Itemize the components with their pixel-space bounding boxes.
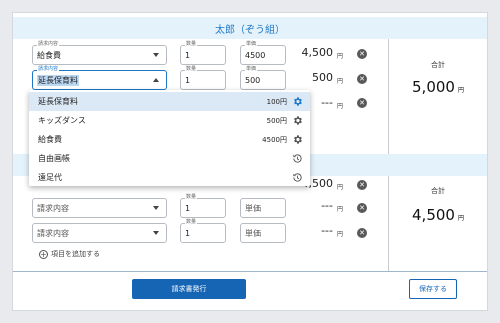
section-title: 太郎（ぞう組） bbox=[215, 24, 285, 36]
s2-row3-yen: 円 bbox=[337, 231, 344, 238]
remove-row1-close-icon[interactable]: ✕ bbox=[357, 49, 367, 59]
dropdown-option[interactable]: 自由画帳 bbox=[29, 149, 310, 168]
qty-field-s2-row2[interactable]: 数量 1 bbox=[180, 194, 226, 218]
footer-divider bbox=[13, 271, 487, 272]
content-select-row2[interactable]: 請求内容 延長保育料 bbox=[32, 66, 167, 90]
chevron-up-icon bbox=[153, 78, 159, 82]
dropdown-option[interactable]: 延長保育料 100円 bbox=[29, 92, 310, 111]
content-select-s2-row2[interactable]: 請求内容 bbox=[32, 198, 167, 218]
issue-invoice-button[interactable]: 請求書発行 bbox=[132, 279, 246, 299]
save-button[interactable]: 保存する bbox=[409, 279, 457, 299]
s2-row1-yen: 円 bbox=[337, 184, 344, 191]
chevron-down-icon bbox=[153, 206, 159, 210]
content-dropdown-menu: 延長保育料 100円 キッズダンス 500円 給食費 4500円 自由画帳 遠足… bbox=[29, 90, 310, 186]
qty-field-s2-row3[interactable]: 数量 1 bbox=[180, 219, 226, 243]
s2-row2-yen: 円 bbox=[337, 206, 344, 213]
row3-yen: 円 bbox=[337, 103, 344, 110]
dropdown-option[interactable]: キッズダンス 500円 bbox=[29, 111, 310, 130]
total-label-2: 合計 bbox=[431, 187, 445, 195]
chevron-down-icon bbox=[153, 53, 159, 57]
chevron-down-icon bbox=[153, 231, 159, 235]
row2-yen: 円 bbox=[337, 78, 344, 85]
plus-circle-icon: + bbox=[39, 249, 48, 259]
content-select-s2-row3[interactable]: 請求内容 bbox=[32, 223, 167, 243]
total-amount: 5,000 円 bbox=[412, 78, 464, 96]
remove-row2-close-icon[interactable]: ✕ bbox=[357, 74, 367, 84]
gear-icon[interactable] bbox=[292, 115, 303, 126]
row2-amount: 500 bbox=[312, 71, 333, 84]
qty-field-row1[interactable]: 数量 1 bbox=[180, 41, 226, 65]
history-icon[interactable] bbox=[292, 172, 303, 183]
remove-s2-row1-close-icon[interactable]: ✕ bbox=[357, 180, 367, 190]
dropdown-option[interactable]: 遠足代 bbox=[29, 168, 310, 187]
total-amount-2: 4,500 円 bbox=[412, 206, 464, 224]
remove-row3-close-icon[interactable]: ✕ bbox=[357, 98, 367, 108]
dropdown-option[interactable]: 給食費 4500円 bbox=[29, 130, 310, 149]
s2-row3-amount: --- bbox=[321, 224, 333, 237]
price-field-row1[interactable]: 単価 4500 bbox=[240, 41, 286, 65]
history-icon[interactable] bbox=[292, 153, 303, 164]
add-item-button[interactable]: + 項目を追加する bbox=[39, 249, 100, 259]
price-field-s2-row2[interactable]: 単価 bbox=[240, 198, 286, 218]
section-header-taro: 太郎（ぞう組） bbox=[13, 17, 487, 39]
gear-icon[interactable] bbox=[292, 134, 303, 145]
total-divider bbox=[388, 39, 389, 154]
row1-yen: 円 bbox=[337, 53, 344, 60]
total-label: 合計 bbox=[431, 61, 445, 69]
remove-s2-row3-close-icon[interactable]: ✕ bbox=[357, 228, 367, 238]
qty-field-row2[interactable]: 数量 1 bbox=[180, 66, 226, 90]
s2-row2-amount: --- bbox=[321, 199, 333, 212]
remove-s2-row2-close-icon[interactable]: ✕ bbox=[357, 203, 367, 213]
content-select-row1[interactable]: 請求内容 給食費 bbox=[32, 41, 167, 65]
price-field-s2-row3[interactable]: 単価 bbox=[240, 223, 286, 243]
row1-amount: 4,500 bbox=[301, 46, 334, 59]
price-field-row2[interactable]: 単価 500 bbox=[240, 66, 286, 90]
gear-icon[interactable] bbox=[292, 96, 303, 107]
